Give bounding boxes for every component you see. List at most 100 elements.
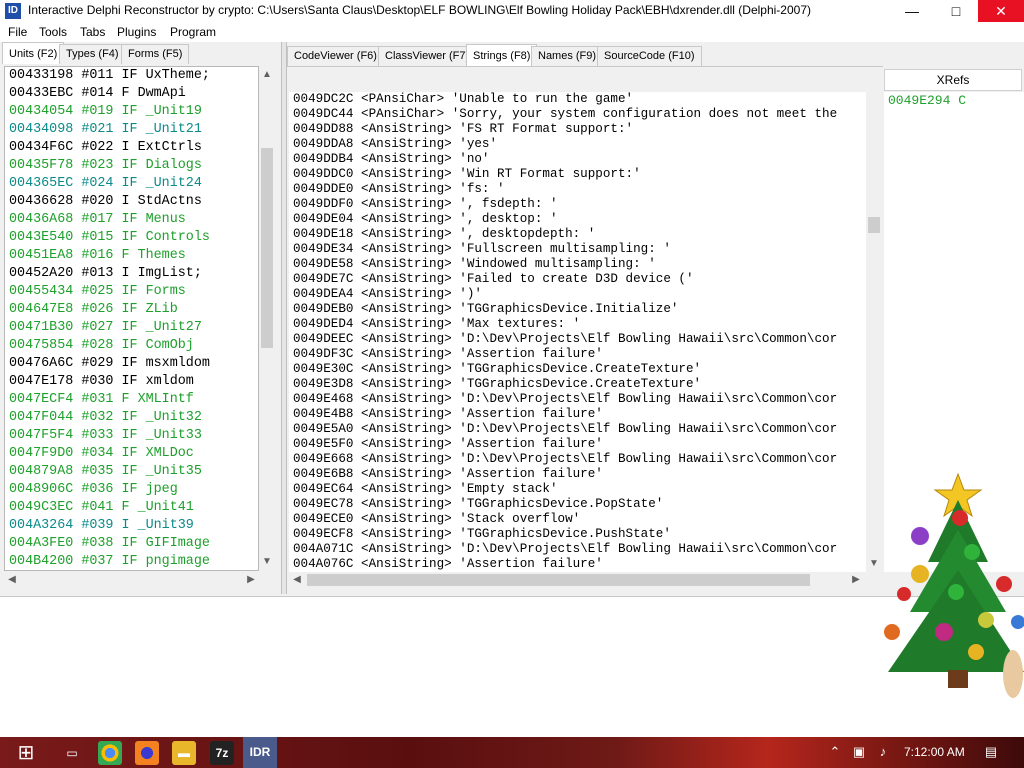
unit-row[interactable]: 00434F6C #022 I ExtCtrls [5,139,258,157]
scroll-left-arrow-icon[interactable]: ◀ [6,574,18,586]
action-center-icon[interactable]: ▤ [982,743,1000,761]
string-row[interactable]: 0049DE34 <AnsiString> 'Fullscreen multis… [289,242,866,257]
tab-names[interactable]: Names (F9) [531,46,604,66]
string-row[interactable]: 0049DF3C <AnsiString> 'Assertion failure… [289,347,866,362]
string-row[interactable]: 0049DDA8 <AnsiString> 'yes' [289,137,866,152]
unit-row[interactable]: 00452A20 #013 I ImgList; [5,265,258,283]
show-hidden-icons-icon[interactable]: ⌃ [826,743,844,761]
strings-hscroll-thumb[interactable] [307,574,810,586]
delphi-reconstructor-taskbar-icon[interactable]: IDR [243,737,277,768]
maximize-button[interactable]: □ [934,0,978,22]
tab-types[interactable]: Types (F4) [59,44,126,64]
unit-row[interactable]: 0047ECF4 #031 F XMLIntf [5,391,258,409]
string-row[interactable]: 0049E5F0 <AnsiString> 'Assertion failure… [289,437,866,452]
unit-row[interactable]: 00471B30 #027 IF _Unit27 [5,319,258,337]
units-horizontal-scrollbar[interactable]: ◀ ▶ [4,572,275,588]
string-row[interactable]: 0049E668 <AnsiString> 'D:\Dev\Projects\E… [289,452,866,467]
network-icon[interactable]: ▣ [850,743,868,761]
firefox-icon[interactable] [135,741,159,765]
unit-row[interactable]: 00436A68 #017 IF Menus [5,211,258,229]
scroll-right-arrow-icon[interactable]: ▶ [245,574,257,586]
string-row[interactable]: 0049DDB4 <AnsiString> 'no' [289,152,866,167]
strings-horizontal-scrollbar[interactable]: ◀ ▶ [289,572,866,588]
clock[interactable]: 7:12:00 AM [904,745,965,759]
task-view-icon[interactable]: ▭ [60,741,84,765]
string-row[interactable]: 0049EC64 <AnsiString> 'Empty stack' [289,482,866,497]
unit-row[interactable]: 0047E178 #030 IF xmldom [5,373,258,391]
string-row[interactable]: 0049DEA4 <AnsiString> ')' [289,287,866,302]
menu-file[interactable]: File [8,25,27,39]
unit-row[interactable]: 004365EC #024 IF _Unit24 [5,175,258,193]
tab-codeviewer[interactable]: CodeViewer (F6) [287,46,384,66]
close-button[interactable]: ✕ [978,0,1024,22]
string-row[interactable]: 0049E5A0 <AnsiString> 'D:\Dev\Projects\E… [289,422,866,437]
string-row[interactable]: 0049DE18 <AnsiString> ', desktopdepth: ' [289,227,866,242]
unit-row[interactable]: 004B4200 #037 IF pngimage [5,553,258,570]
string-row[interactable]: 0049E3D8 <AnsiString> 'TGGraphicsDevice.… [289,377,866,392]
string-row[interactable]: 0049E468 <AnsiString> 'D:\Dev\Projects\E… [289,392,866,407]
minimize-button[interactable]: — [890,0,934,22]
unit-row[interactable]: 0047F9D0 #034 IF XMLDoc [5,445,258,463]
tab-classviewer[interactable]: ClassViewer (F7) [378,46,477,66]
unit-row[interactable]: 00475854 #028 IF ComObj [5,337,258,355]
tab-sourcecode[interactable]: SourceCode (F10) [597,46,702,66]
unit-row[interactable]: 00433198 #011 IF UxTheme; [5,67,258,85]
menu-plugins[interactable]: Plugins [117,25,156,39]
windows-start-icon[interactable]: ⊞ [6,738,46,768]
pane-splitter[interactable] [281,42,287,594]
units-vertical-scrollbar[interactable]: ▲ ▼ [259,66,275,571]
scroll-down-arrow-icon[interactable]: ▼ [261,556,273,568]
file-explorer-icon[interactable]: ▬ [172,741,196,765]
unit-row[interactable]: 00433EBC #014 F DwmApi [5,85,258,103]
string-row[interactable]: 0049ECE0 <AnsiString> 'Stack overflow' [289,512,866,527]
string-row[interactable]: 0049ECF8 <AnsiString> 'TGGraphicsDevice.… [289,527,866,542]
strings-scroll-thumb[interactable] [868,217,880,233]
string-row[interactable]: 0049DDE0 <AnsiString> 'fs: ' [289,182,866,197]
unit-row[interactable]: 0047F044 #032 IF _Unit32 [5,409,258,427]
unit-row[interactable]: 004A3264 #039 I _Unit39 [5,517,258,535]
unit-row[interactable]: 0047F5F4 #033 IF _Unit33 [5,427,258,445]
string-row[interactable]: 0049DDC0 <AnsiString> 'Win RT Format sup… [289,167,866,182]
string-row[interactable]: 0049DEB0 <AnsiString> 'TGGraphicsDevice.… [289,302,866,317]
string-row[interactable]: 0049DEEC <AnsiString> 'D:\Dev\Projects\E… [289,332,866,347]
string-row[interactable]: 0049EC78 <AnsiString> 'TGGraphicsDevice.… [289,497,866,512]
string-row[interactable]: 0049E30C <AnsiString> 'TGGraphicsDevice.… [289,362,866,377]
string-row[interactable]: 0049E4B8 <AnsiString> 'Assertion failure… [289,407,866,422]
string-row[interactable]: 0049E6B8 <AnsiString> 'Assertion failure… [289,467,866,482]
unit-row[interactable]: 00455434 #025 IF Forms [5,283,258,301]
unit-row[interactable]: 00436628 #020 I StdActns [5,193,258,211]
unit-row[interactable]: 0043E540 #015 IF Controls [5,229,258,247]
unit-row[interactable]: 004647E8 #026 IF ZLib [5,301,258,319]
unit-row[interactable]: 00451EA8 #016 F Themes [5,247,258,265]
unit-row[interactable]: 00434054 #019 IF _Unit19 [5,103,258,121]
string-row[interactable]: 0049DDF0 <AnsiString> ', fsdepth: ' [289,197,866,212]
menu-tabs[interactable]: Tabs [80,25,105,39]
units-list[interactable]: 00433198 #011 IF UxTheme; 00433EBC #014 F… [4,66,259,571]
volume-icon[interactable]: ♪ [874,743,892,761]
strings-list[interactable]: 0049DC2C <PAnsiChar> 'Unable to run the … [289,92,866,572]
string-row[interactable]: 004A071C <AnsiString> 'D:\Dev\Projects\E… [289,542,866,557]
string-row[interactable]: 004A076C <AnsiString> 'Assertion failure… [289,557,866,572]
string-row[interactable]: 0049DD88 <AnsiString> 'FS RT Format supp… [289,122,866,137]
xref-item[interactable]: 0049E294 C [884,92,1024,110]
strings-scroll-left-icon[interactable]: ◀ [291,574,303,586]
scroll-thumb[interactable] [261,148,273,348]
string-row[interactable]: 0049DC2C <PAnsiChar> 'Unable to run the … [289,92,866,107]
string-row[interactable]: 0049DE04 <AnsiString> ', desktop: ' [289,212,866,227]
unit-row[interactable]: 00435F78 #023 IF Dialogs [5,157,258,175]
string-row[interactable]: 0049DE58 <AnsiString> 'Windowed multisam… [289,257,866,272]
menu-tools[interactable]: Tools [39,25,67,39]
scroll-up-arrow-icon[interactable]: ▲ [261,69,273,81]
unit-row[interactable]: 00476A6C #029 IF msxmldom [5,355,258,373]
tab-units[interactable]: Units (F2) [2,42,65,64]
string-row[interactable]: 0049DE7C <AnsiString> 'Failed to create … [289,272,866,287]
unit-row[interactable]: 00434098 #021 IF _Unit21 [5,121,258,139]
7zip-icon[interactable]: 7z [210,741,234,765]
tab-strings[interactable]: Strings (F8) [466,44,538,66]
menu-program[interactable]: Program [170,25,216,39]
string-row[interactable]: 0049DC44 <PAnsiChar> 'Sorry, your system… [289,107,866,122]
chrome-icon[interactable] [98,741,122,765]
unit-row[interactable]: 0048906C #036 IF jpeg [5,481,258,499]
unit-row[interactable]: 004A3FE0 #038 IF GIFImage [5,535,258,553]
strings-scroll-right-icon[interactable]: ▶ [850,574,862,586]
